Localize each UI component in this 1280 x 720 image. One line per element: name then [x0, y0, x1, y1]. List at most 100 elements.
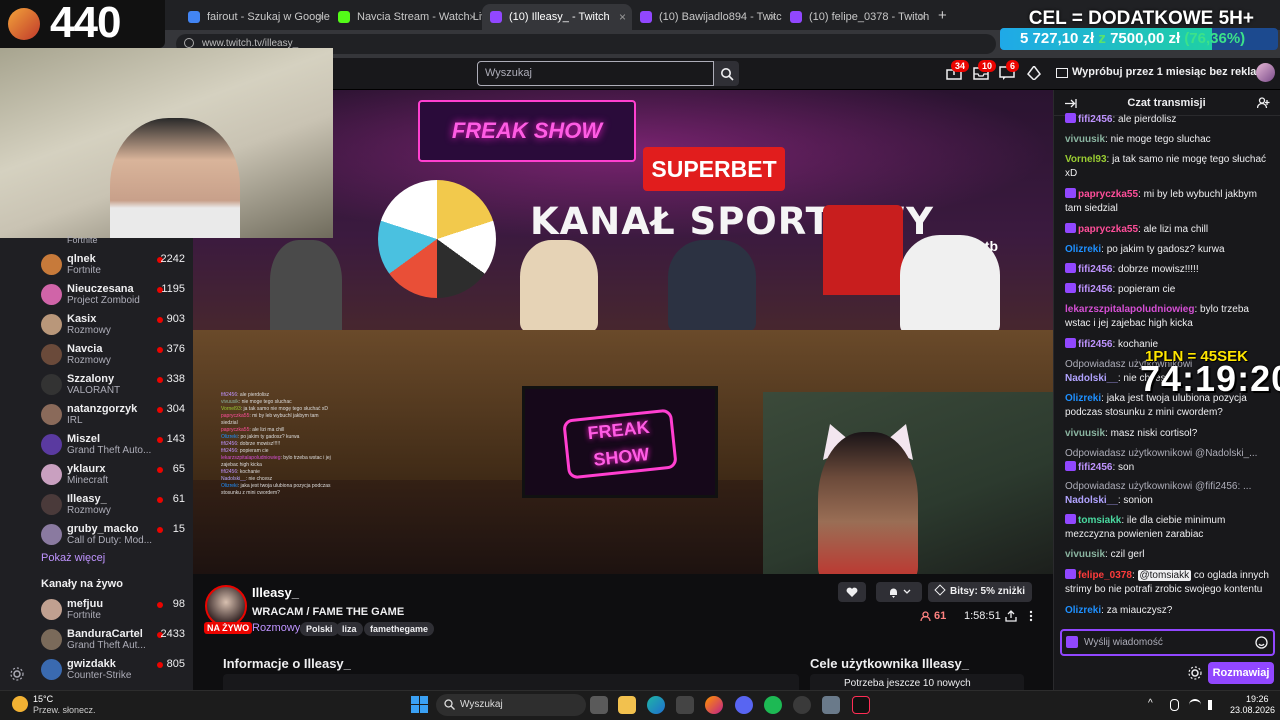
tiktok-icon[interactable]	[852, 696, 870, 714]
search-button[interactable]	[714, 61, 739, 86]
chat-settings-gear-icon[interactable]	[1188, 666, 1202, 680]
site-info-icon[interactable]	[184, 38, 194, 48]
chat-badge-icon[interactable]	[1066, 636, 1078, 648]
sidebar-channel-item[interactable]: natanzgorzyk IRL 304	[0, 400, 193, 430]
tab-close-icon[interactable]: ×	[769, 10, 776, 24]
taskbar-search[interactable]: Wyszukaj	[436, 694, 586, 716]
edge-icon[interactable]	[647, 696, 665, 714]
share-icon[interactable]	[1005, 610, 1017, 622]
browser-tab[interactable]: (10) Bawijadlo894 - Twitch ×	[632, 4, 782, 30]
chat-username[interactable]: Olizreki	[1065, 244, 1101, 255]
sidebar-channel-item[interactable]: Kasix Rozmowy 903	[0, 310, 193, 340]
chat-username[interactable]: papryczka55	[1078, 224, 1138, 235]
collapse-chat-icon[interactable]	[1064, 98, 1077, 109]
gear-icon[interactable]	[10, 667, 24, 681]
browser-tab[interactable]: fairout - Szukaj w Google ×	[180, 4, 330, 30]
chat-send-button[interactable]: Rozmawiaj	[1208, 662, 1274, 684]
sidebar-channel-item[interactable]: qlnek Fortnite 2242	[0, 250, 193, 280]
weather-sun-icon[interactable]	[12, 696, 28, 712]
store-icon[interactable]	[676, 696, 694, 714]
sidebar-channel-item[interactable]: yklaurx Minecraft 65	[0, 460, 193, 490]
file-explorer-icon[interactable]	[618, 696, 636, 714]
chat-username[interactable]: fifi2456	[1078, 462, 1112, 473]
chat-username[interactable]: Olizreki	[1065, 393, 1101, 404]
obs-icon[interactable]	[793, 696, 811, 714]
windows-start-icon[interactable]	[411, 696, 428, 713]
tag-polski[interactable]: Polski	[300, 622, 339, 636]
ad-free-promo-link[interactable]: Wypróbuj przez 1 miesiąc bez reklam	[1072, 66, 1266, 78]
bits-icon	[934, 584, 946, 596]
task-view-icon[interactable]	[590, 696, 608, 714]
channel-game: Counter-Strike	[67, 670, 132, 681]
search-input[interactable]: Wyszukaj	[477, 61, 714, 86]
clock-time[interactable]: 19:26	[1246, 694, 1269, 704]
chat-mention[interactable]: @tomsiakk	[1137, 570, 1192, 581]
channel-avatar	[41, 599, 62, 620]
community-icon[interactable]	[1257, 97, 1270, 109]
firefox-icon[interactable]	[705, 696, 723, 714]
user-avatar[interactable]	[1256, 63, 1275, 82]
chat-username[interactable]: fifi2456	[1078, 339, 1112, 350]
streamer-name[interactable]: Illeasy_	[252, 585, 299, 600]
tag-famethegame[interactable]: famethegame	[364, 622, 435, 636]
chat-username[interactable]: felipe_0378	[1078, 570, 1132, 581]
sidebar-channel-item[interactable]: Szzalony VALORANT 338	[0, 370, 193, 400]
chat-username[interactable]: fifi2456	[1078, 114, 1112, 125]
sidebar-channel-item[interactable]: gwizdakk Counter-Strike 805	[0, 655, 193, 685]
bits-icon[interactable]	[1026, 66, 1042, 80]
bits-discount-button[interactable]: Bitsy: 5% zniżki	[928, 582, 1032, 602]
sidebar-channel-item[interactable]: gruby_macko Call of Duty: Mod... 15	[0, 520, 193, 550]
channel-game: Project Zomboid	[67, 295, 140, 306]
browser-tab[interactable]: (10) Illeasy_ - Twitch ×	[482, 4, 632, 30]
wifi-icon[interactable]	[1189, 699, 1201, 711]
tray-chevron-up-icon[interactable]: ^	[1148, 698, 1153, 709]
sidebar-channel-item[interactable]: Nieuczesana Project Zomboid 1195	[0, 280, 193, 310]
spotify-icon[interactable]	[764, 696, 782, 714]
chat-username[interactable]: tomsiakk	[1078, 515, 1121, 526]
chat-username[interactable]: Olizreki	[1065, 605, 1101, 616]
browser-tab[interactable]: Navcia Stream - Watch Live on×	[330, 4, 482, 30]
stream-category[interactable]: Rozmowy	[252, 622, 300, 634]
sidebar-channel-item[interactable]: mefjuu Fortnite 98	[0, 595, 193, 625]
tab-close-icon[interactable]: ×	[619, 10, 626, 24]
emote-picker-icon[interactable]	[1255, 636, 1268, 649]
sidebar-channel-item[interactable]: Illeasy_ Rozmowy 61	[0, 490, 193, 520]
chat-input[interactable]: Wyślij wiadomość	[1060, 629, 1275, 656]
follow-button[interactable]	[838, 582, 866, 602]
chat-username[interactable]: vivuusik	[1065, 134, 1105, 145]
weather-temperature[interactable]: 15°C	[33, 694, 53, 704]
chat-username[interactable]: Nadolski__	[1065, 373, 1118, 384]
volume-icon[interactable]	[1208, 700, 1218, 710]
chat-username[interactable]: lekarzszpitalapoludniowieg	[1065, 304, 1194, 315]
chat-message: lekarzszpitalapoludniowieg: bylo trzeba …	[1065, 304, 1249, 329]
tab-close-icon[interactable]: ×	[317, 10, 324, 24]
browser-tab[interactable]: (10) felipe_0378 - Twitch ×	[782, 4, 932, 30]
notifications-button[interactable]	[876, 582, 922, 602]
chat-username[interactable]: vivuusik	[1065, 428, 1105, 439]
streamer-avatar[interactable]	[205, 585, 247, 627]
weather-description[interactable]: Przew. słonecz.	[33, 705, 96, 715]
chat-username[interactable]: fifi2456	[1078, 284, 1112, 295]
show-more-link[interactable]: Pokaż więcej	[41, 552, 105, 564]
sidebar-channel-item[interactable]: BanduraCartel Grand Theft Aut... 2433	[0, 625, 193, 655]
chat-username[interactable]: Nadolski__	[1065, 495, 1118, 506]
tab-close-icon[interactable]: ×	[469, 10, 476, 24]
tab-close-icon[interactable]: ×	[919, 10, 926, 24]
discord-icon[interactable]	[735, 696, 753, 714]
clock-date[interactable]: 23.08.2026	[1230, 705, 1275, 715]
channel-viewers: 304	[166, 403, 185, 415]
microphone-icon[interactable]	[1170, 699, 1179, 711]
settings-app-icon[interactable]	[822, 696, 840, 714]
sidebar-channel-item[interactable]: Navcia Rozmowy 376	[0, 340, 193, 370]
chat-message: fifi2456: ale pierdolisz	[1065, 113, 1273, 127]
chat-username[interactable]: vivuusik	[1065, 549, 1105, 560]
inbox-badge: 10	[978, 60, 997, 72]
more-options-icon[interactable]	[1028, 610, 1034, 622]
chat-username[interactable]: papryczka55	[1078, 189, 1138, 200]
sidebar-channel-item[interactable]: Miszel Grand Theft Auto... 143	[0, 430, 193, 460]
tab-favicon-icon	[790, 11, 802, 23]
chat-username[interactable]: Vornel93	[1065, 154, 1107, 165]
tag-liza[interactable]: liza	[336, 622, 363, 636]
chat-username[interactable]: fifi2456	[1078, 264, 1112, 275]
new-tab-button[interactable]: +	[938, 7, 947, 24]
